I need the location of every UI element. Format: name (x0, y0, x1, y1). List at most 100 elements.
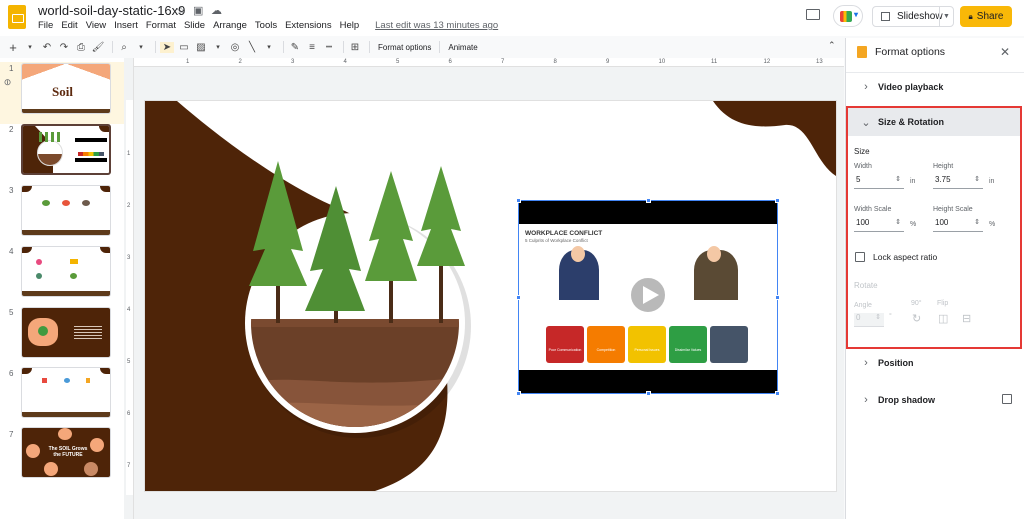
ruler-tick-label: 4 (343, 59, 347, 65)
thumb-caption: Soil (52, 84, 73, 99)
menu-edit[interactable]: Edit (61, 20, 77, 31)
collapse-toolbar-icon[interactable]: ⌃ (828, 40, 836, 51)
menu-arrange[interactable]: Arrange (213, 20, 247, 31)
section-label: Video playback (878, 82, 944, 92)
select-cursor-icon[interactable]: ➤ (160, 41, 174, 53)
move-folder-icon[interactable]: ▣ (193, 4, 203, 17)
slide-number: 5 (9, 308, 14, 317)
resize-handle-w[interactable] (516, 295, 521, 300)
ruler-tick-label: 1 (127, 151, 131, 157)
slideshow-button[interactable]: Slideshow ▼ (872, 6, 954, 27)
thumb-caption: The SOIL Grows the FUTURE (48, 446, 88, 458)
divider (343, 41, 344, 53)
video-card-label: Competition (596, 348, 616, 352)
chevron-down-icon: ▾ (854, 10, 859, 19)
video-card (710, 326, 748, 363)
menu-format[interactable]: Format (146, 20, 176, 31)
slide-thumbnail-2[interactable] (21, 124, 111, 175)
meet-icon (840, 11, 852, 22)
chevron-right-icon: › (864, 81, 868, 93)
slide-number: 3 (9, 186, 14, 195)
resize-handle-ne[interactable] (775, 198, 780, 203)
slide-thumbnail-1[interactable]: Soil (21, 63, 111, 114)
zoom-dropdown-icon[interactable]: ▾ (134, 43, 148, 51)
menu-file[interactable]: File (38, 20, 53, 31)
star-icon[interactable]: ☆ (176, 4, 186, 17)
last-edit-link[interactable]: Last edit was 13 minutes ago (375, 20, 498, 31)
menu-tools[interactable]: Tools (255, 20, 277, 31)
panel-title: Format options (875, 46, 946, 58)
section-video-playback[interactable]: › Video playback (846, 73, 1022, 101)
format-options-button[interactable]: Format options (378, 43, 431, 52)
zoom-icon[interactable]: ⌕ (117, 42, 131, 53)
section-label: Drop shadow (878, 395, 936, 405)
slide-thumbnail-3[interactable] (21, 185, 111, 236)
slideshow-dropdown-icon[interactable]: ▼ (939, 7, 953, 26)
undo-icon[interactable]: ↶ (40, 42, 54, 53)
print-icon[interactable]: ⎙ (74, 42, 88, 53)
meet-button[interactable]: ▾ (833, 5, 863, 27)
soil-brown-wave-top-right (713, 101, 836, 176)
share-button[interactable]: 🔒︎ Share (960, 6, 1012, 27)
animate-button[interactable]: Animate (448, 43, 477, 52)
ruler-tick-label: 6 (127, 411, 131, 417)
slide-thumbnail-5[interactable] (21, 307, 111, 358)
play-button[interactable] (628, 275, 668, 315)
resize-handle-n[interactable] (646, 198, 651, 203)
slide-thumbnail-7[interactable]: The SOIL Grows the FUTURE (21, 427, 111, 478)
border-color-icon[interactable]: ✎ (288, 42, 302, 53)
slide-number: 2 (9, 125, 14, 134)
border-dash-icon[interactable]: ┅ (322, 42, 336, 53)
text-box-icon[interactable]: ▭ (177, 42, 191, 53)
redo-icon[interactable]: ↷ (57, 42, 71, 53)
slides-logo-icon[interactable] (8, 5, 26, 29)
section-drop-shadow[interactable]: › Drop shadow (846, 386, 1022, 414)
menu-bar: File Edit View Insert Format Slide Arran… (38, 20, 498, 31)
share-label: Share (976, 11, 1004, 22)
close-icon[interactable]: ✕ (1000, 45, 1010, 59)
paint-format-icon[interactable]: 🖌︎ (91, 42, 105, 53)
menu-slide[interactable]: Slide (184, 20, 205, 31)
menu-help[interactable]: Help (340, 20, 360, 31)
line-dropdown-icon[interactable]: ▾ (262, 43, 276, 51)
slide-thumbnail-6[interactable] (21, 367, 111, 418)
section-position[interactable]: › Position (846, 349, 1022, 377)
toolbar: + ▾ ↶ ↷ ⎙ 🖌︎ ⌕ ▾ ➤ ▭ ▨ ▾ ◎ ╲ ▾ ✎ ≡ ┅ ⊞ F… (6, 38, 844, 56)
ruler-tick-label: 3 (291, 59, 295, 65)
document-title[interactable]: world-soil-day-static-16x9 (38, 3, 185, 18)
image-icon[interactable]: ▨ (194, 42, 208, 53)
video-embed[interactable]: WORKPLACE CONFLICT 5 Culprits of Workpla… (516, 198, 780, 396)
border-weight-icon[interactable]: ≡ (305, 42, 319, 53)
video-card-label: Personal Issues (634, 348, 660, 352)
menu-view[interactable]: View (86, 20, 106, 31)
divider (369, 41, 370, 53)
slide-number: 7 (9, 430, 14, 439)
resize-handle-nw[interactable] (516, 198, 521, 203)
ruler-tick-label: 10 (658, 59, 666, 65)
ruler-tick-label: 3 (127, 255, 131, 261)
comment-history-icon[interactable] (806, 9, 820, 20)
highlight-box (846, 106, 1022, 349)
slide-number: 1 (9, 64, 14, 73)
ruler-tick-label: 11 (711, 59, 718, 65)
divider (155, 41, 156, 53)
video-card: Competition (587, 326, 625, 363)
divider (439, 41, 441, 53)
resize-handle-s[interactable] (646, 391, 651, 396)
resize-handle-e[interactable] (775, 295, 780, 300)
line-icon[interactable]: ╲ (245, 42, 259, 53)
resize-handle-se[interactable] (775, 391, 780, 396)
resize-handle-sw[interactable] (516, 391, 521, 396)
slide-thumbnail-4[interactable] (21, 246, 111, 297)
new-slide-dropdown-icon[interactable]: ▾ (23, 43, 37, 51)
video-card-label: Dissimilar Values (674, 348, 702, 352)
cloud-saved-icon[interactable]: ☁ (211, 4, 222, 17)
menu-insert[interactable]: Insert (114, 20, 138, 31)
image-dropdown-icon[interactable]: ▾ (211, 43, 225, 51)
new-slide-icon[interactable]: + (6, 40, 20, 55)
shape-icon[interactable]: ◎ (228, 42, 242, 53)
menu-extensions[interactable]: Extensions (285, 20, 331, 31)
ruler-tick-label: 4 (127, 307, 131, 313)
drop-shadow-checkbox[interactable] (1002, 394, 1012, 404)
add-comment-icon[interactable]: ⊞ (348, 42, 362, 53)
